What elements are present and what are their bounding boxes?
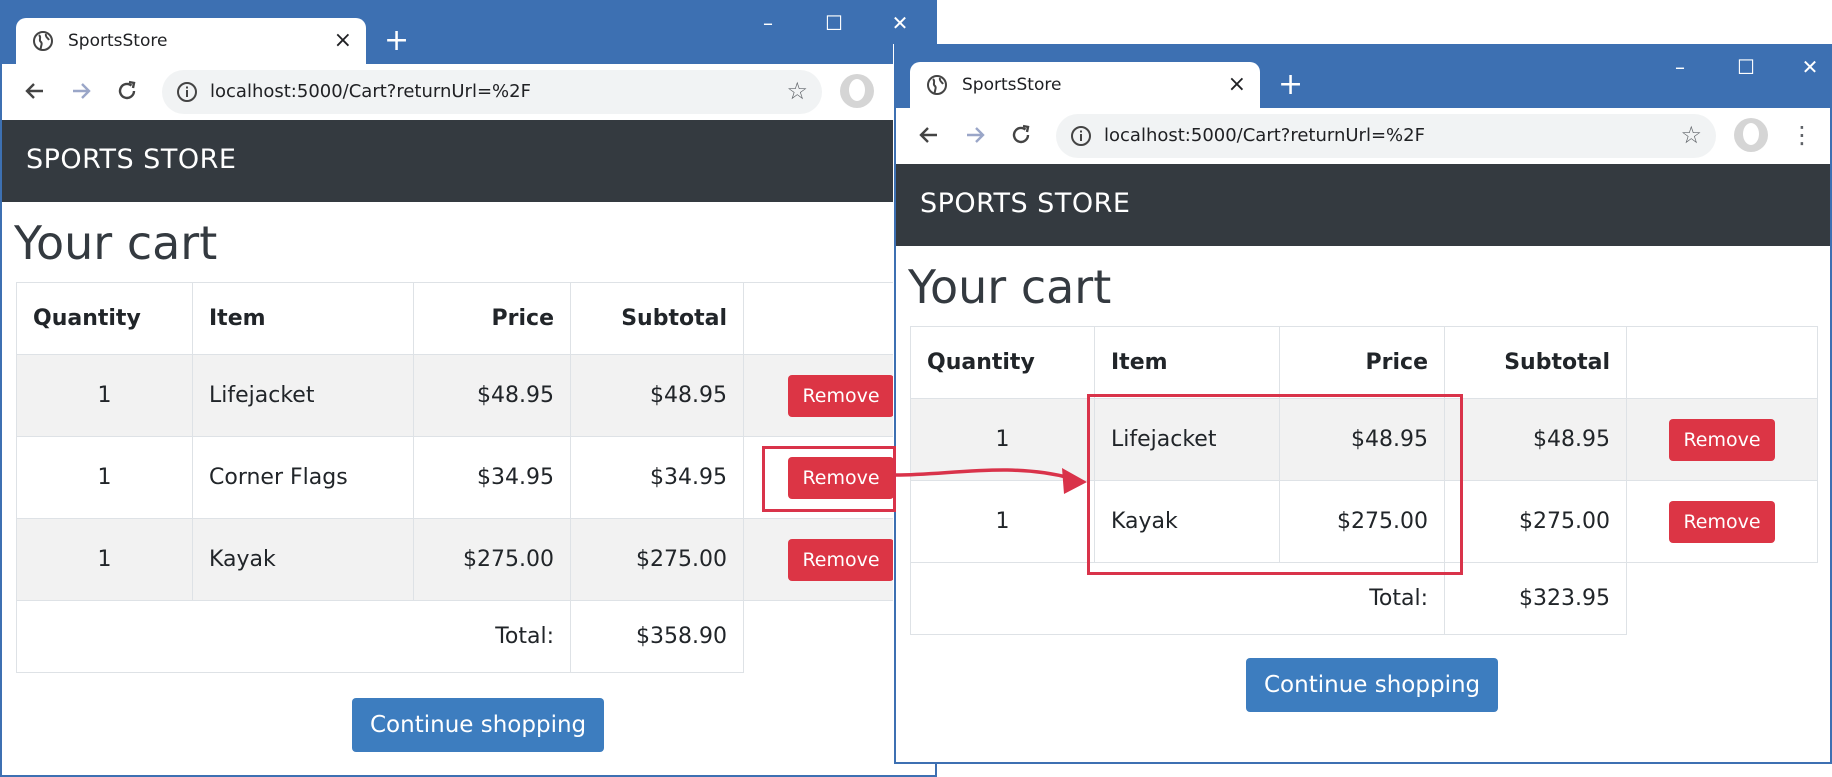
- browser-toolbar: localhost:5000/Cart?returnUrl=%2F ☆: [2, 64, 935, 120]
- column-header-item: Item: [1094, 326, 1280, 399]
- star-icon[interactable]: ☆: [1680, 120, 1702, 150]
- close-window-button[interactable]: ✕: [1790, 52, 1830, 82]
- remove-button[interactable]: Remove: [788, 374, 894, 417]
- action-cell: Remove: [1626, 480, 1818, 563]
- site-navbar: SPORTS STORE: [2, 120, 935, 202]
- page-title: Your cart: [908, 260, 1112, 314]
- site-brand[interactable]: SPORTS STORE: [920, 188, 1130, 219]
- info-icon[interactable]: [1070, 125, 1092, 147]
- forward-icon: [967, 127, 985, 143]
- action-cell: Remove: [1626, 398, 1818, 481]
- table-row: 1 Kayak $275.00 $275.00 Remove: [16, 518, 935, 601]
- new-tab-button[interactable]: +: [1278, 66, 1303, 104]
- table-header-row: Quantity Item Price Subtotal: [16, 282, 935, 355]
- highlight-box-remaining-items: [1087, 394, 1463, 575]
- remove-button[interactable]: Remove: [1669, 418, 1775, 461]
- star-icon[interactable]: ☆: [786, 76, 808, 106]
- column-header-actions: [1626, 326, 1818, 399]
- maximize-button[interactable]: ☐: [1726, 52, 1766, 82]
- forward-icon: [73, 83, 91, 99]
- back-icon: [25, 83, 43, 99]
- back-icon: [919, 127, 937, 143]
- quantity-cell: 1: [16, 436, 193, 519]
- globe-icon: [927, 75, 947, 95]
- price-cell: $34.95: [413, 436, 571, 519]
- reload-button[interactable]: [110, 74, 144, 108]
- url-text: localhost:5000/Cart?returnUrl=%2F: [210, 81, 531, 102]
- total-value: $323.95: [1444, 562, 1627, 635]
- column-header-price: Price: [1279, 326, 1445, 399]
- total-value: $358.90: [570, 600, 744, 673]
- remove-button[interactable]: Remove: [788, 538, 894, 581]
- price-cell: $48.95: [413, 354, 571, 437]
- subtotal-cell: $48.95: [570, 354, 744, 437]
- back-button[interactable]: [18, 74, 52, 108]
- browser-tab[interactable]: SportsStore ×: [910, 62, 1260, 110]
- tab-title: SportsStore: [962, 75, 1062, 95]
- column-header-quantity: Quantity: [910, 326, 1095, 399]
- subtotal-cell: $48.95: [1444, 398, 1627, 481]
- page-title: Your cart: [14, 216, 218, 270]
- column-header-quantity: Quantity: [16, 282, 193, 355]
- globe-icon: [33, 31, 53, 51]
- address-bar[interactable]: localhost:5000/Cart?returnUrl=%2F ☆: [162, 70, 822, 114]
- subtotal-cell: $34.95: [570, 436, 744, 519]
- reload-button[interactable]: [1004, 118, 1038, 152]
- browser-window-before: SportsStore × + – ☐ ✕ localhost:5000/Car…: [0, 0, 937, 777]
- profile-icon[interactable]: [1734, 118, 1768, 152]
- maximize-button[interactable]: ☐: [814, 8, 854, 38]
- browser-tab[interactable]: SportsStore ×: [16, 18, 366, 66]
- profile-icon[interactable]: [840, 74, 874, 108]
- address-bar[interactable]: localhost:5000/Cart?returnUrl=%2F ☆: [1056, 114, 1716, 158]
- site-navbar: SPORTS STORE: [896, 164, 1830, 246]
- price-cell: $275.00: [413, 518, 571, 601]
- tab-title: SportsStore: [68, 31, 168, 51]
- column-header-subtotal: Subtotal: [1444, 326, 1627, 399]
- quantity-cell: 1: [16, 518, 193, 601]
- quantity-cell: 1: [910, 480, 1095, 563]
- close-tab-icon[interactable]: ×: [334, 26, 352, 56]
- title-bar: SportsStore × + – ☐ ✕: [2, 2, 935, 66]
- table-row: 1 Lifejacket $48.95 $48.95 Remove: [16, 354, 935, 437]
- close-window-button[interactable]: ✕: [880, 8, 920, 38]
- subtotal-cell: $275.00: [1444, 480, 1627, 563]
- close-tab-icon[interactable]: ×: [1228, 70, 1246, 100]
- new-tab-button[interactable]: +: [384, 22, 409, 60]
- item-cell: Corner Flags: [192, 436, 414, 519]
- continue-shopping-button[interactable]: Continue shopping: [1246, 658, 1499, 712]
- total-label: Total:: [16, 600, 571, 673]
- continue-shopping-button[interactable]: Continue shopping: [352, 698, 605, 752]
- reload-icon: [1012, 124, 1030, 144]
- item-cell: Lifejacket: [192, 354, 414, 437]
- info-icon[interactable]: [176, 81, 198, 103]
- forward-button[interactable]: [64, 74, 98, 108]
- column-header-subtotal: Subtotal: [570, 282, 744, 355]
- minimize-button[interactable]: –: [748, 8, 788, 38]
- title-bar: SportsStore × + – ☐ ✕: [896, 46, 1830, 110]
- remove-button[interactable]: Remove: [1669, 500, 1775, 543]
- menu-icon[interactable]: ⋮: [1790, 116, 1814, 154]
- back-button[interactable]: [912, 118, 946, 152]
- site-brand[interactable]: SPORTS STORE: [26, 144, 236, 175]
- quantity-cell: 1: [910, 398, 1095, 481]
- item-cell: Kayak: [192, 518, 414, 601]
- subtotal-cell: $275.00: [570, 518, 744, 601]
- highlight-box-removed-item: [762, 446, 896, 512]
- table-header-row: Quantity Item Price Subtotal: [910, 326, 1818, 399]
- reload-icon: [118, 80, 136, 100]
- quantity-cell: 1: [16, 354, 193, 437]
- column-header-price: Price: [413, 282, 571, 355]
- browser-toolbar: localhost:5000/Cart?returnUrl=%2F ☆ ⋮: [896, 108, 1830, 164]
- total-row: Total: $358.90: [16, 600, 936, 673]
- minimize-button[interactable]: –: [1660, 52, 1700, 82]
- url-text: localhost:5000/Cart?returnUrl=%2F: [1104, 125, 1425, 146]
- forward-button[interactable]: [958, 118, 992, 152]
- column-header-item: Item: [192, 282, 414, 355]
